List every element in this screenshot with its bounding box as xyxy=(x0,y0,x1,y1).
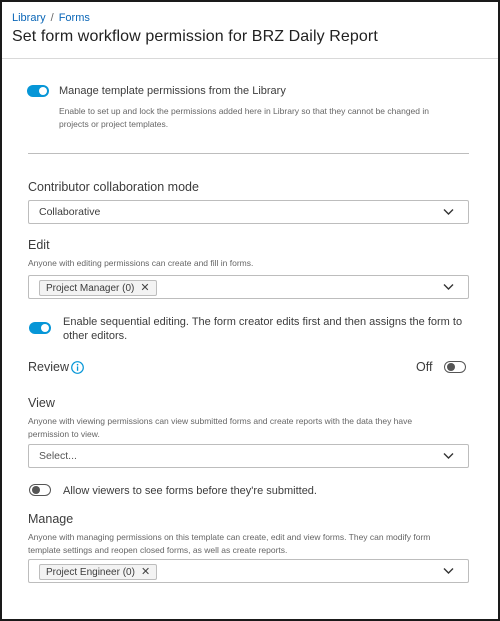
sequential-editing-toggle[interactable] xyxy=(29,322,51,334)
toggle-knob xyxy=(41,324,49,332)
manage-permissions-select[interactable]: Project Engineer (0) ✕ xyxy=(28,559,469,583)
manage-help-line2: template settings and reopen closed form… xyxy=(28,545,288,555)
allow-viewers-toggle[interactable] xyxy=(29,484,51,496)
collaboration-mode-select[interactable]: Collaborative xyxy=(28,200,469,224)
collaboration-mode-label: Contributor collaboration mode xyxy=(28,180,199,194)
breadcrumb-library-link[interactable]: Library xyxy=(12,12,46,24)
page-title: Set form workflow permission for BRZ Dai… xyxy=(12,28,378,45)
view-label: View xyxy=(28,396,55,410)
chevron-down-icon xyxy=(443,284,454,290)
view-select-placeholder: Select... xyxy=(39,450,77,462)
review-label: Review xyxy=(28,360,69,374)
view-help-line2: permission to view. xyxy=(28,429,100,439)
breadcrumb-separator: / xyxy=(50,12,54,24)
breadcrumb-forms-link[interactable]: Forms xyxy=(59,12,90,24)
sequential-editing-label-line2: other editors. xyxy=(63,330,128,342)
review-toggle[interactable] xyxy=(444,361,466,373)
page-header: Library / Forms Set form workflow permis… xyxy=(2,2,498,59)
breadcrumb: Library / Forms xyxy=(12,12,90,24)
view-permissions-select[interactable]: Select... xyxy=(28,444,469,468)
toggle-knob xyxy=(446,362,455,371)
info-icon[interactable] xyxy=(71,361,84,374)
manage-template-label: Manage template permissions from the Lib… xyxy=(59,85,286,97)
manage-template-help-line1: Enable to set up and lock the permission… xyxy=(59,106,429,116)
sequential-editing-label-line1: Enable sequential editing. The form crea… xyxy=(63,316,463,328)
chevron-down-icon xyxy=(443,568,454,574)
manage-label: Manage xyxy=(28,512,74,526)
edit-label: Edit xyxy=(28,238,50,252)
manage-help-line1: Anyone with managing permissions on this… xyxy=(28,532,431,542)
review-state: Off xyxy=(416,360,433,374)
view-help-line1: Anyone with viewing permissions can view… xyxy=(28,416,413,426)
manage-chip-project-engineer: Project Engineer (0) ✕ xyxy=(39,564,158,580)
chevron-down-icon xyxy=(443,453,454,459)
manage-template-toggle[interactable] xyxy=(27,85,49,97)
collaboration-mode-value: Collaborative xyxy=(39,206,101,218)
edit-permissions-select[interactable]: Project Manager (0) ✕ xyxy=(28,275,469,299)
manage-template-help-line2: projects or project templates. xyxy=(59,119,169,129)
allow-viewers-label: Allow viewers to see forms before they'r… xyxy=(63,485,317,497)
dialog-frame: Library / Forms Set form workflow permis… xyxy=(0,0,500,621)
toggle-knob xyxy=(39,87,47,95)
toggle-knob xyxy=(31,485,40,494)
chevron-down-icon xyxy=(443,209,454,215)
edit-chip-project-manager: Project Manager (0) ✕ xyxy=(39,280,157,296)
edit-help: Anyone with editing permissions can crea… xyxy=(28,258,254,268)
close-icon[interactable]: ✕ xyxy=(140,283,149,294)
chip-label: Project Engineer (0) xyxy=(46,566,135,578)
chip-label: Project Manager (0) xyxy=(46,282,135,294)
close-icon[interactable]: ✕ xyxy=(141,567,150,578)
section-divider xyxy=(28,153,469,154)
